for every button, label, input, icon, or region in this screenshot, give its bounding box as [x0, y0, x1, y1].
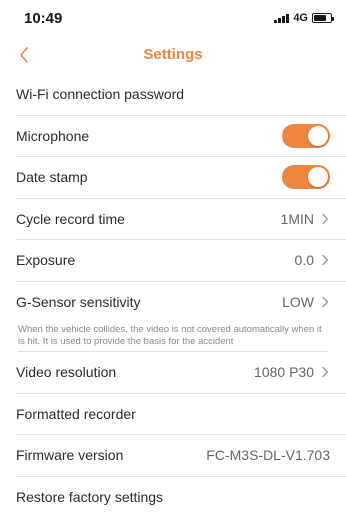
- chevron-right-icon: [320, 365, 330, 379]
- status-indicators: 4G: [274, 12, 334, 24]
- gsensor-value: LOW: [282, 294, 314, 311]
- chevron-right-icon: [320, 295, 330, 309]
- formatted-recorder-label: Formatted recorder: [16, 405, 136, 422]
- battery-icon: [312, 13, 334, 23]
- gsensor-note: When the vehicle collides, the video is …: [18, 323, 328, 352]
- settings-list: Wi-Fi connection password Microphone Dat…: [0, 74, 346, 518]
- network-type: 4G: [293, 12, 308, 24]
- status-time: 10:49: [24, 10, 63, 27]
- exposure-value: 0.0: [294, 252, 314, 269]
- date-stamp-toggle[interactable]: [282, 165, 330, 190]
- status-bar: 10:49 4G: [0, 0, 346, 38]
- chevron-right-icon: [320, 212, 330, 226]
- microphone-label: Microphone: [16, 127, 90, 144]
- gsensor-label: G-Sensor sensitivity: [16, 294, 141, 311]
- video-resolution-row[interactable]: Video resolution 1080 P30: [16, 352, 346, 394]
- cycle-record-label: Cycle record time: [16, 210, 125, 227]
- exposure-label: Exposure: [16, 252, 76, 269]
- wifi-password-row[interactable]: Wi-Fi connection password: [16, 74, 346, 116]
- microphone-row: Microphone: [16, 116, 346, 157]
- restore-factory-row[interactable]: Restore factory settings: [16, 477, 346, 519]
- microphone-toggle[interactable]: [282, 123, 330, 148]
- cycle-record-value: 1MIN: [280, 210, 314, 227]
- date-stamp-row: Date stamp: [16, 157, 346, 199]
- firmware-version-value: FC-M3S-DL-V1.703: [206, 447, 330, 464]
- video-resolution-label: Video resolution: [16, 364, 117, 381]
- firmware-version-label: Firmware version: [16, 447, 124, 464]
- cycle-record-row[interactable]: Cycle record time 1MIN: [16, 199, 346, 240]
- exposure-row[interactable]: Exposure 0.0: [16, 240, 346, 282]
- firmware-version-row: Firmware version FC-M3S-DL-V1.703: [16, 435, 346, 477]
- page-title: Settings: [143, 46, 203, 63]
- signal-icon: [274, 13, 290, 23]
- restore-factory-label: Restore factory settings: [16, 489, 164, 506]
- date-stamp-label: Date stamp: [16, 169, 88, 186]
- wifi-password-label: Wi-Fi connection password: [16, 86, 185, 103]
- formatted-recorder-row[interactable]: Formatted recorder: [16, 394, 346, 435]
- chevron-right-icon: [320, 253, 330, 267]
- nav-bar: Settings: [0, 38, 346, 74]
- video-resolution-value: 1080 P30: [254, 364, 314, 381]
- gsensor-row[interactable]: G-Sensor sensitivity LOW: [16, 282, 346, 324]
